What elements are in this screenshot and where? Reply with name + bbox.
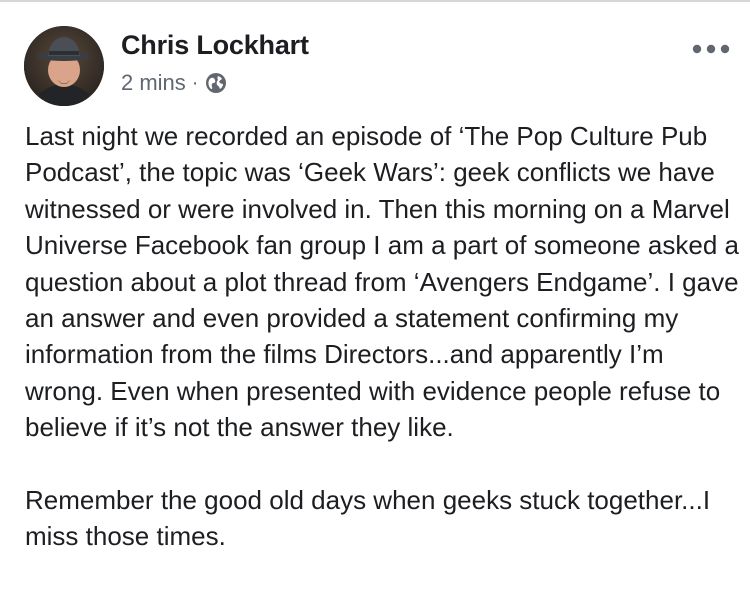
post-paragraph: Remember the good old days when geeks st… [25,484,711,552]
more-options-icon [692,44,730,54]
more-options-button[interactable] [688,36,734,62]
avatar-image [24,26,104,106]
post-paragraph: Last night we recorded an episode of ‘Th… [25,121,739,443]
post-header: Chris Lockhart 2 mins · [0,0,750,110]
meta-separator: · [191,71,199,94]
post-body: Last night we recorded an episode of ‘Th… [25,118,740,554]
post-timestamp[interactable]: 2 mins [121,70,186,96]
post-meta: 2 mins · [121,68,228,98]
avatar[interactable] [24,26,104,106]
globe-icon[interactable] [204,71,228,95]
author-name[interactable]: Chris Lockhart [121,30,309,61]
